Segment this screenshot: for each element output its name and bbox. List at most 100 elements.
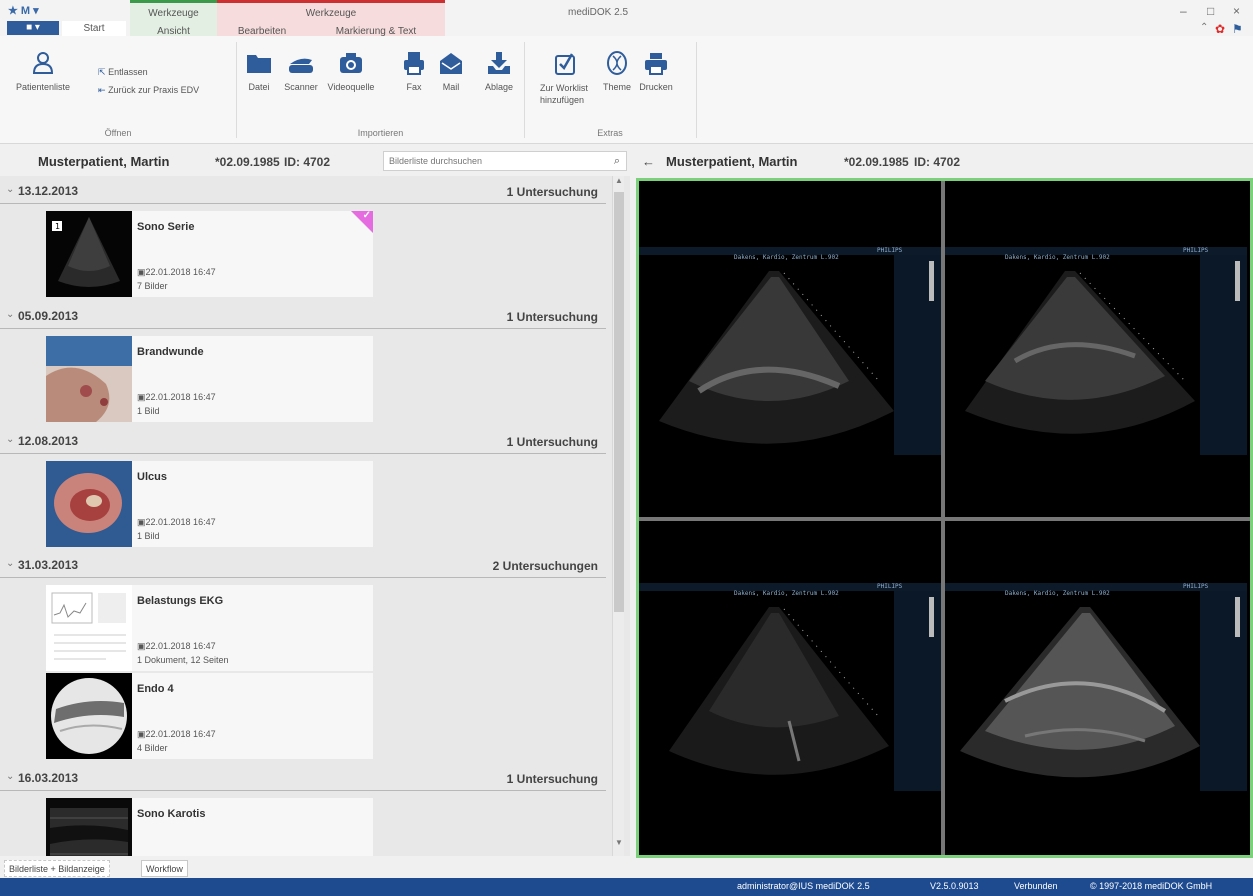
scanner-label: Scanner [284, 82, 318, 92]
theme-label: Theme [602, 82, 631, 92]
tab-bilderliste[interactable]: Bilderliste + Bildanzeige [4, 860, 110, 877]
patientenliste-button[interactable]: Patientenliste [4, 50, 82, 92]
image-list: ⌄ 13.12.2013 1 Untersuchung 1 Sono Serie… [0, 176, 630, 856]
context-group-label: Werkzeuge [148, 8, 199, 19]
datei-button[interactable]: Datei [244, 50, 274, 92]
exam-card[interactable]: Endo 4 ▣22.01.2018 16:47 4 Bilder [46, 673, 373, 759]
date-group-header[interactable]: ⌄ 31.03.2013 2 Untersuchungen [0, 552, 606, 578]
minimize-icon[interactable]: – [1180, 4, 1187, 18]
videoquelle-button[interactable]: Videoquelle [322, 50, 380, 92]
bottom-tab-bar: Bilderliste + Bildanzeige Workflow [0, 858, 636, 878]
viewer-cell-1[interactable]: PHILIPS Dakens, Kardio, Zentrum L.902 [639, 181, 941, 515]
group-label-importieren: Importieren [357, 128, 404, 138]
card-date-text: 22.01.2018 16:47 [145, 517, 216, 527]
overlay-brand: PHILIPS [1183, 247, 1209, 254]
svg-text:1: 1 [55, 222, 60, 231]
drucken-button[interactable]: Drucken [636, 50, 676, 92]
fax-label: Fax [406, 82, 422, 92]
save-icon: ▣ [137, 267, 146, 277]
chevron-down-icon[interactable]: ⌄ [6, 184, 14, 195]
ultrasound-image [945, 247, 1247, 455]
chevron-down-icon[interactable]: ⌄ [6, 309, 14, 320]
entlassen-button[interactable]: ⇱ Entlassen [98, 67, 148, 78]
patient-id: ID: 4702 [284, 155, 331, 169]
date-group-header[interactable]: ⌄ 13.12.2013 1 Untersuchung [0, 178, 606, 204]
patient-dob: *02.09.1985 [844, 155, 909, 169]
group-separator [236, 42, 237, 138]
card-meta: 1 Dokument, 12 Seiten [137, 655, 229, 665]
quick-access-toolbar[interactable]: ★ M ▾ [8, 4, 39, 17]
zurueck-button[interactable]: ⇤ Zurück zur Praxis EDV [98, 85, 199, 96]
worklist-icon [555, 53, 575, 75]
chevron-down-icon[interactable]: ⌄ [6, 558, 14, 569]
printer-icon [645, 53, 667, 75]
viewer-cell-3[interactable]: PHILIPS Dakens, Kardio, Zentrum L.902 [639, 521, 941, 855]
context-group-werkzeuge-green: Werkzeuge Ansicht [130, 0, 217, 37]
card-date-text: 22.01.2018 16:47 [145, 267, 216, 277]
back-to-ehr-icon: ⇤ [98, 85, 106, 95]
theme-button[interactable]: Theme [600, 50, 634, 92]
ablage-label: Ablage [484, 82, 514, 92]
search-input[interactable] [384, 152, 599, 170]
fax-button[interactable]: Fax [402, 50, 426, 92]
thumbnail-brandwunde [46, 336, 132, 422]
maximize-icon[interactable]: □ [1207, 4, 1214, 18]
settings-gear-icon[interactable]: ✿ [1215, 22, 1225, 36]
date-group-header[interactable]: ⌄ 05.09.2013 1 Untersuchung [0, 303, 606, 329]
right-patient-header: ← Musterpatient, Martin *02.09.1985 ID: … [636, 146, 1253, 178]
entlassen-label: Entlassen [108, 67, 148, 77]
person-icon [32, 52, 54, 74]
card-title: Brandwunde [137, 346, 204, 358]
mail-button[interactable]: Mail [438, 50, 464, 92]
card-date: ▣22.01.2018 16:47 [137, 729, 216, 740]
card-date-text: 22.01.2018 16:47 [145, 641, 216, 651]
save-icon: ▣ [137, 729, 146, 739]
worklist-button[interactable]: Zur Worklist hinzufügen [530, 50, 600, 106]
tab-workflow[interactable]: Workflow [141, 860, 188, 877]
thumbnail-ulcus [46, 461, 132, 547]
exam-card[interactable]: Brandwunde ▣22.01.2018 16:47 1 Bild [46, 336, 373, 422]
date-group-header[interactable]: ⌄ 12.08.2013 1 Untersuchung [0, 428, 606, 454]
save-icon: ▣ [137, 392, 146, 402]
exam-card[interactable]: Sono Karotis [46, 798, 373, 856]
image-viewer[interactable]: PHILIPS Dakens, Kardio, Zentrum L.902 PH… [636, 178, 1253, 858]
card-date-text: 22.01.2018 16:47 [145, 392, 216, 402]
mail-label: Mail [442, 82, 460, 92]
card-date: ▣22.01.2018 16:47 [137, 392, 216, 403]
exam-card[interactable]: Ulcus ▣22.01.2018 16:47 1 Bild [46, 461, 373, 547]
ultrasound-image [639, 247, 941, 455]
card-date-text: 22.01.2018 16:47 [145, 729, 216, 739]
app-menu-button[interactable]: ■ ▾ [7, 21, 59, 35]
folder-icon [247, 55, 271, 73]
scroll-up-icon[interactable]: ▲ [613, 176, 625, 190]
back-arrow-icon[interactable]: ← [642, 154, 655, 169]
scroll-down-icon[interactable]: ▼ [613, 838, 625, 852]
viewer-cell-4[interactable]: PHILIPS Dakens, Kardio, Zentrum L.902 [945, 521, 1247, 855]
card-title: Ulcus [137, 471, 167, 483]
chevron-down-icon[interactable]: ⌄ [6, 771, 14, 782]
card-title: Endo 4 [137, 683, 174, 695]
tab-start[interactable]: Start [62, 21, 126, 36]
zurueck-label: Zurück zur Praxis EDV [108, 85, 200, 95]
exam-card[interactable]: 1 Sono Serie ▣22.01.2018 16:47 7 Bilder … [46, 210, 373, 297]
help-flag-icon[interactable]: ⚑ [1232, 22, 1243, 36]
close-icon[interactable]: × [1233, 4, 1240, 18]
collapse-ribbon-icon[interactable]: ⌃ [1200, 22, 1208, 33]
scanner-button[interactable]: Scanner [282, 50, 320, 92]
date-group-header[interactable]: ⌄ 16.03.2013 1 Untersuchung [0, 765, 606, 791]
chevron-down-icon[interactable]: ⌄ [6, 434, 14, 445]
search-box[interactable]: ⌕ [383, 151, 627, 171]
card-date: ▣22.01.2018 16:47 [137, 267, 216, 278]
group-count: 1 Untersuchung [506, 185, 598, 199]
thumbnail-sono-karotis [46, 798, 132, 856]
group-count: 1 Untersuchung [506, 772, 598, 786]
ablage-button[interactable]: Ablage [480, 50, 518, 92]
scrollbar-thumb[interactable] [614, 192, 624, 612]
search-icon[interactable]: ⌕ [614, 155, 620, 168]
viewer-cell-2[interactable]: PHILIPS Dakens, Kardio, Zentrum L.902 [945, 181, 1247, 515]
list-scrollbar[interactable]: ▲ ▼ [612, 176, 624, 856]
exam-card[interactable]: Belastungs EKG ▣22.01.2018 16:47 1 Dokum… [46, 585, 373, 671]
card-date: ▣22.01.2018 16:47 [137, 641, 216, 652]
patient-name: Musterpatient, Martin [666, 154, 798, 169]
overlay-header: Dakens, Kardio, Zentrum L.902 [1005, 590, 1110, 597]
